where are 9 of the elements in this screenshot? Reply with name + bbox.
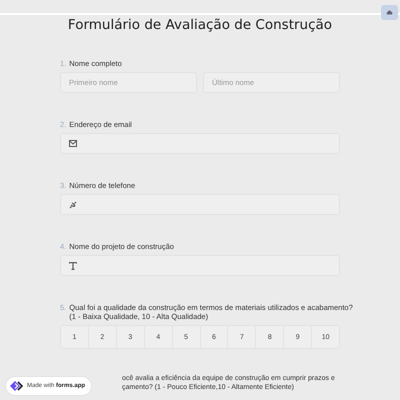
cloud-icon <box>386 10 393 15</box>
text-field[interactable] <box>60 255 340 276</box>
envelope-icon <box>69 140 77 147</box>
phone-field[interactable] <box>60 194 340 215</box>
cloud-button[interactable] <box>381 5 398 20</box>
email-field[interactable] <box>60 133 340 154</box>
form-title: Formulário de Avaliação de Construção <box>66 16 334 34</box>
text-icon <box>69 262 77 270</box>
logo-icon <box>9 380 23 392</box>
